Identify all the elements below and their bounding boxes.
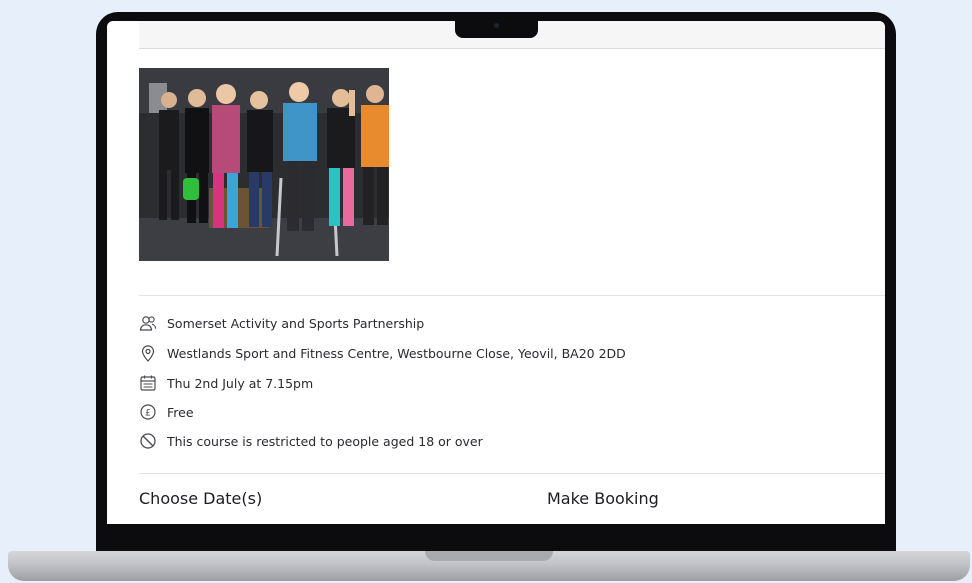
venue-row: Westlands Sport and Fitness Centre, West…	[139, 342, 626, 364]
make-booking-heading[interactable]: Make Booking	[547, 489, 659, 508]
group-photo-image	[139, 68, 389, 261]
choose-dates-heading[interactable]: Choose Date(s)	[139, 489, 262, 508]
details-divider-bottom	[139, 473, 885, 474]
camera-notch	[455, 14, 538, 38]
laptop-base-notch	[425, 551, 553, 561]
location-pin-icon	[139, 344, 157, 362]
organiser-name: Somerset Activity and Sports Partnership	[167, 315, 425, 331]
svg-text:£: £	[145, 408, 151, 418]
browser-screen: Somerset Activity and Sports Partnership…	[107, 21, 885, 524]
price-row: £ Free	[139, 401, 194, 423]
restriction-row: This course is restricted to people aged…	[139, 430, 483, 452]
prohibited-icon	[139, 432, 157, 450]
organiser-row: Somerset Activity and Sports Partnership	[139, 312, 424, 334]
session-date: Thu 2nd July at 7.15pm	[167, 375, 314, 391]
pound-coin-icon: £	[139, 403, 157, 421]
event-photo	[139, 68, 389, 261]
session-price: Free	[167, 404, 194, 420]
date-row: Thu 2nd July at 7.15pm	[139, 372, 313, 394]
venue-address: Westlands Sport and Fitness Centre, West…	[167, 345, 626, 361]
camera-icon	[494, 23, 499, 28]
people-icon	[139, 314, 157, 332]
details-divider-top	[139, 295, 885, 296]
calendar-icon	[139, 374, 157, 392]
laptop-base	[8, 551, 970, 581]
age-restriction: This course is restricted to people aged…	[167, 433, 483, 449]
